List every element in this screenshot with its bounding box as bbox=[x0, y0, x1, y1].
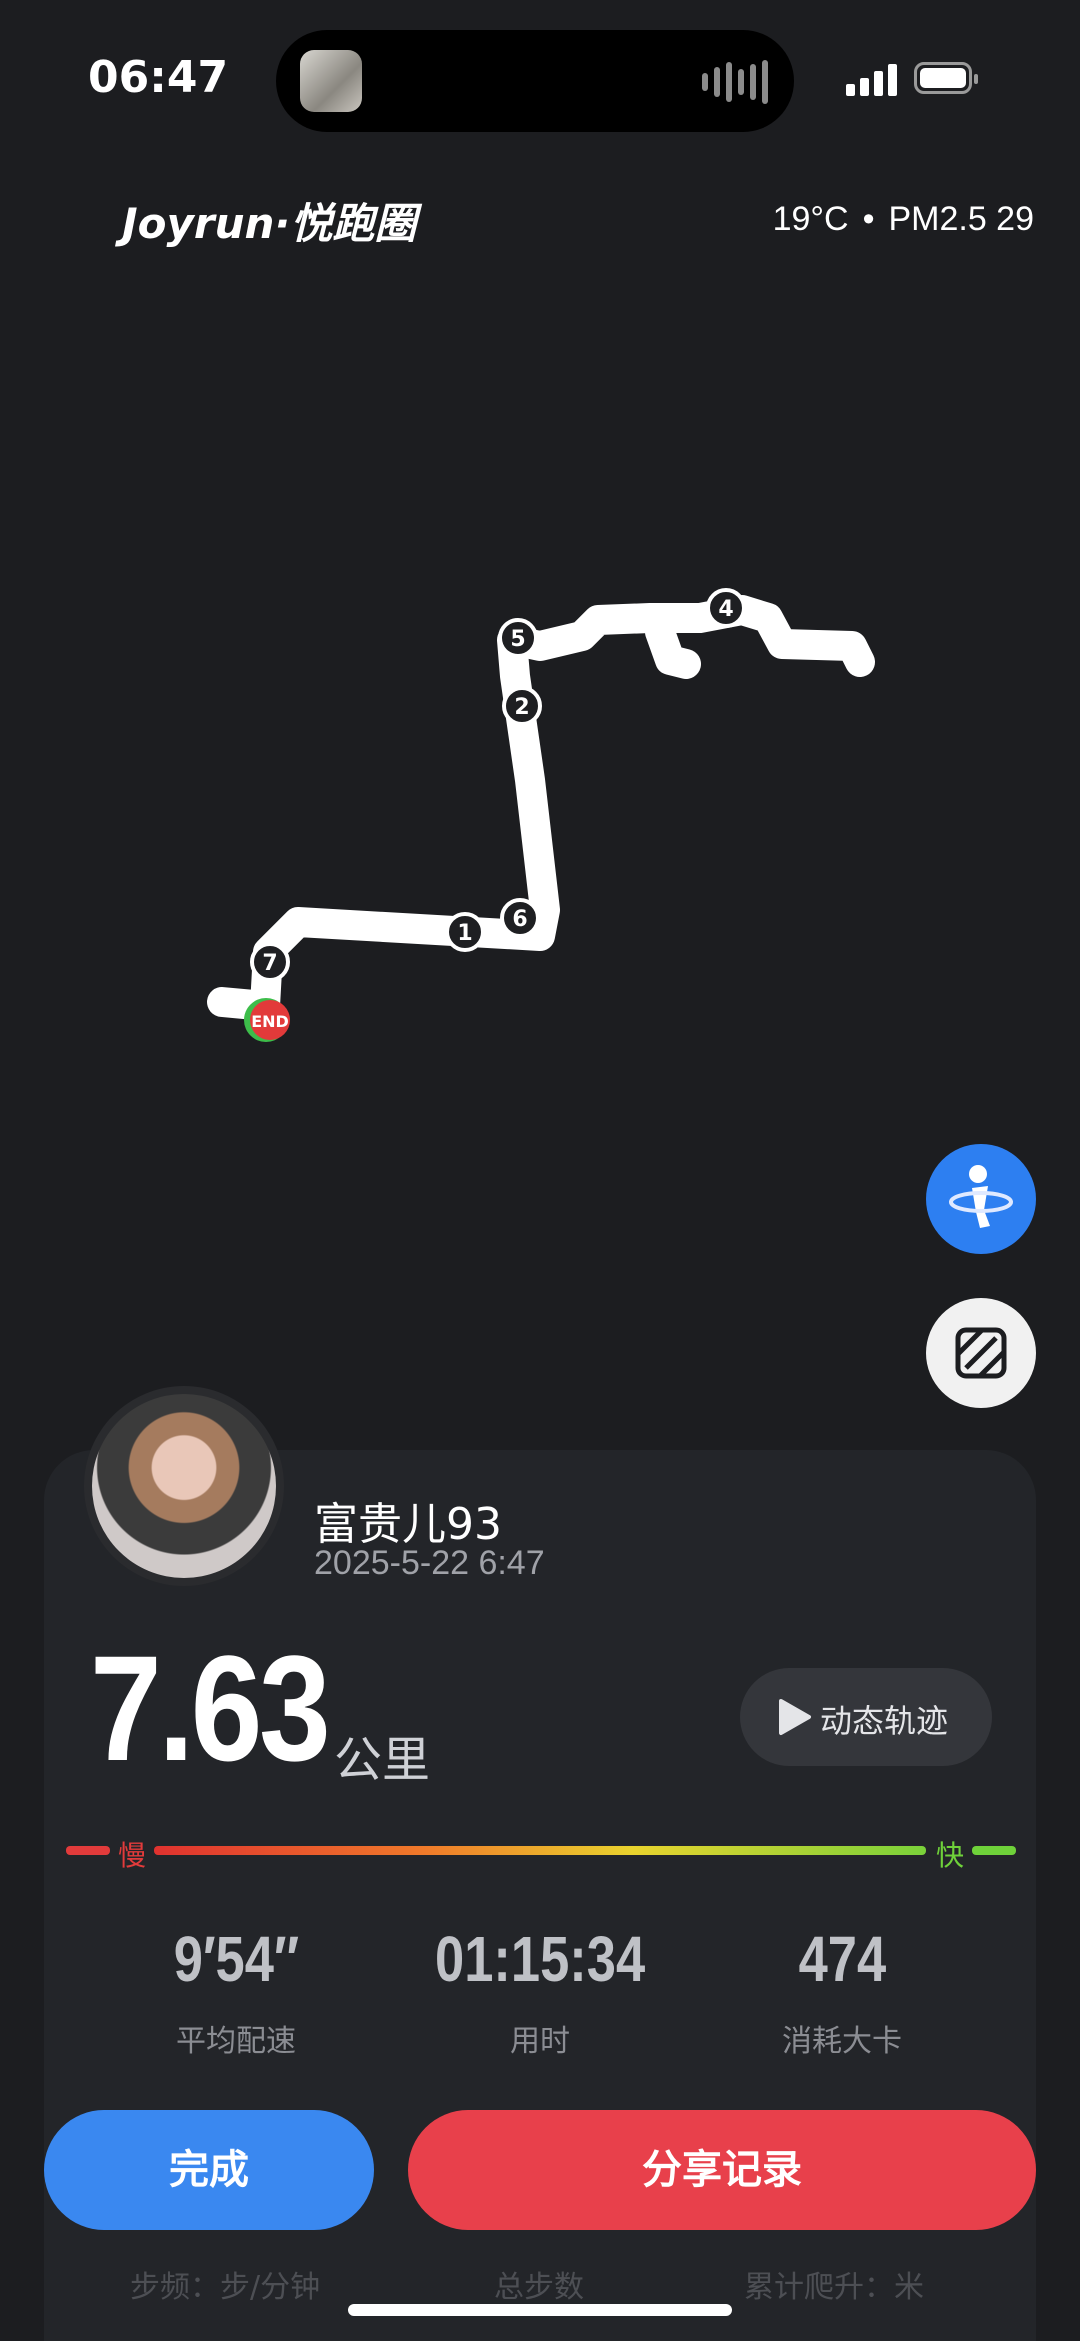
dynamic-island[interactable] bbox=[276, 30, 794, 132]
weather-separator: • bbox=[862, 200, 875, 238]
end-marker: END bbox=[244, 998, 290, 1042]
distance-unit: 公里 bbox=[334, 1732, 431, 1788]
pace-slow-label: 慢 bbox=[118, 1839, 147, 1872]
elevation-gain-label: 累计爬升：米 bbox=[744, 2270, 924, 2305]
stat-label: 用时 bbox=[510, 2024, 570, 2059]
svg-text:7: 7 bbox=[262, 951, 277, 976]
map-toggle-button[interactable] bbox=[926, 1298, 1036, 1408]
done-button[interactable]: 完成 bbox=[44, 2110, 374, 2230]
map-frame-icon bbox=[955, 1327, 1007, 1379]
svg-text:5: 5 bbox=[510, 627, 525, 652]
audio-wave-icon bbox=[702, 60, 768, 104]
km-marker: 5 bbox=[498, 618, 538, 658]
battery-icon bbox=[914, 62, 978, 94]
svg-text:4: 4 bbox=[718, 597, 733, 622]
avatar-photo bbox=[92, 1394, 276, 1578]
km-marker: 2 bbox=[502, 686, 542, 726]
distance-value: 7.63 bbox=[90, 1624, 331, 1792]
stat-value: 01:15:34 bbox=[434, 1923, 646, 1995]
status-time: 06:47 bbox=[88, 52, 229, 103]
run-summary-screen: 06:47 Joyrun·悦跑圈 19°C • PM2.5 29 1 2 4 5 6… bbox=[0, 0, 1080, 2341]
pace-gradient-bar bbox=[154, 1846, 926, 1855]
pace-fast-bar bbox=[972, 1846, 1016, 1855]
km-marker: 1 bbox=[445, 912, 485, 952]
runner-icon bbox=[949, 1165, 1013, 1228]
runner-view-button[interactable] bbox=[926, 1144, 1036, 1254]
cadence-label: 步频：步/分钟 bbox=[130, 2270, 321, 2305]
home-indicator[interactable] bbox=[348, 2304, 732, 2316]
avatar[interactable] bbox=[84, 1386, 284, 1586]
brand-logo: Joyrun·悦跑圈 bbox=[122, 199, 417, 248]
share-record-button[interactable]: 分享记录 bbox=[408, 2110, 1036, 2230]
secondary-stats-row: 步频：步/分钟 总步数 累计爬升：米 bbox=[0, 2262, 1080, 2305]
replay-track-button[interactable]: 动态轨迹 bbox=[740, 1668, 992, 1766]
stat-duration: 01:15:34 用时 bbox=[390, 1922, 690, 2060]
route-map[interactable]: 1 2 4 5 6 7 END bbox=[0, 560, 1080, 1080]
pace-scale: 慢 快 bbox=[66, 1834, 1016, 1872]
username: 富贵儿93 bbox=[314, 1499, 502, 1550]
route-track bbox=[207, 595, 875, 1021]
svg-text:2: 2 bbox=[514, 695, 529, 720]
stat-calories: 474 消耗大卡 bbox=[692, 1922, 992, 2060]
total-steps-label: 总步数 bbox=[494, 2270, 584, 2305]
km-marker: 4 bbox=[706, 588, 746, 628]
weather-info: 19°C • PM2.5 29 bbox=[773, 200, 1034, 239]
stat-average-pace: 9′54′′ 平均配速 bbox=[86, 1922, 386, 2060]
route-track-branch bbox=[645, 617, 701, 679]
svg-text:END: END bbox=[251, 1012, 289, 1031]
play-icon bbox=[779, 1699, 811, 1735]
km-marker: 7 bbox=[250, 942, 290, 982]
stat-value: 9′54′′ bbox=[173, 1923, 299, 1995]
svg-text:6: 6 bbox=[512, 907, 527, 932]
stat-label: 平均配速 bbox=[176, 2024, 296, 2059]
now-playing-artwork bbox=[300, 50, 362, 112]
stat-label: 消耗大卡 bbox=[782, 2024, 902, 2059]
air-quality: PM2.5 29 bbox=[888, 200, 1034, 238]
run-datetime: 2025-5-22 6:47 bbox=[314, 1544, 545, 1582]
temperature: 19°C bbox=[772, 200, 849, 238]
km-marker: 6 bbox=[500, 898, 540, 938]
svg-text:1: 1 bbox=[457, 921, 472, 946]
replay-track-label: 动态轨迹 bbox=[820, 1702, 949, 1740]
pace-slow-bar bbox=[66, 1846, 110, 1855]
stat-value: 474 bbox=[798, 1923, 886, 1995]
cellular-signal-icon bbox=[846, 62, 897, 96]
pace-fast-label: 快 bbox=[936, 1839, 965, 1872]
